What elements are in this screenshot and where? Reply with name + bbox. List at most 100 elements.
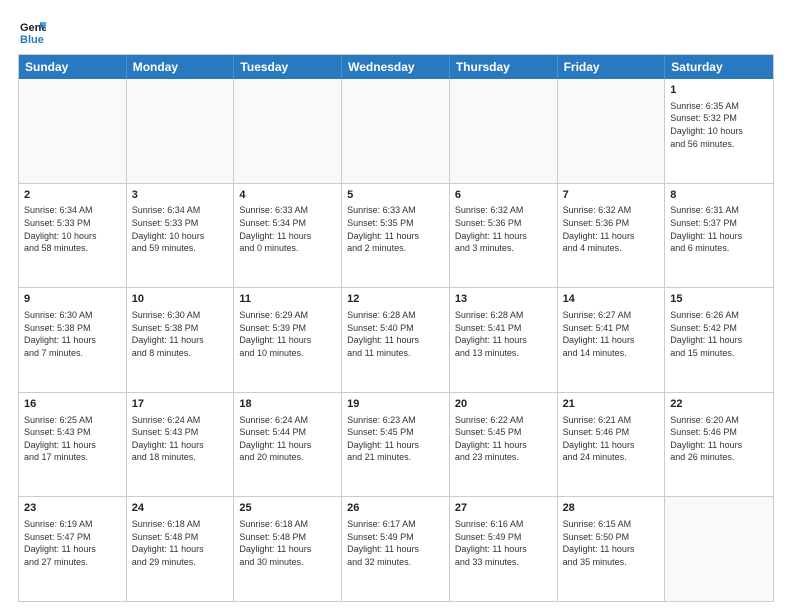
day-info: Sunrise: 6:23 AM Sunset: 5:45 PM Dayligh… [347,414,444,464]
calendar-row-0: 1 Sunrise: 6:35 AM Sunset: 5:32 PM Daylig… [19,79,773,183]
calendar-cell-0-3 [342,79,450,183]
calendar-cell-1-6: 8Sunrise: 6:31 AM Sunset: 5:37 PM Daylig… [665,184,773,288]
day-number: 11 [239,292,336,307]
calendar-body: 1 Sunrise: 6:35 AM Sunset: 5:32 PM Daylig… [19,79,773,601]
header-day-sunday: Sunday [19,55,127,79]
calendar-cell-2-2: 11 Sunrise: 6:29 AM Sunset: 5:39 PM Dayli… [234,288,342,392]
header-day-saturday: Saturday [665,55,773,79]
day-number: 1 [670,83,768,98]
calendar-cell-1-2: 4Sunrise: 6:33 AM Sunset: 5:34 PM Daylig… [234,184,342,288]
calendar-row-3: 16 Sunrise: 6:25 AM Sunset: 5:43 PM Dayli… [19,392,773,497]
day-info: Sunrise: 6:28 AM Sunset: 5:41 PM Dayligh… [455,309,552,359]
day-number: 21 [563,397,660,412]
calendar-cell-4-4: 27 Sunrise: 6:16 AM Sunset: 5:49 PM Dayli… [450,497,558,601]
calendar-cell-4-1: 24 Sunrise: 6:18 AM Sunset: 5:48 PM Dayli… [127,497,235,601]
calendar-row-2: 9 Sunrise: 6:30 AM Sunset: 5:38 PM Daylig… [19,287,773,392]
header-day-thursday: Thursday [450,55,558,79]
calendar-cell-1-4: 6Sunrise: 6:32 AM Sunset: 5:36 PM Daylig… [450,184,558,288]
day-info: Sunrise: 6:31 AM Sunset: 5:37 PM Dayligh… [670,204,768,254]
calendar-cell-1-3: 5Sunrise: 6:33 AM Sunset: 5:35 PM Daylig… [342,184,450,288]
calendar-cell-0-5 [558,79,666,183]
day-info: Sunrise: 6:27 AM Sunset: 5:41 PM Dayligh… [563,309,660,359]
day-info: Sunrise: 6:32 AM Sunset: 5:36 PM Dayligh… [563,204,660,254]
day-info: Sunrise: 6:15 AM Sunset: 5:50 PM Dayligh… [563,518,660,568]
day-number: 24 [132,501,229,516]
day-info: Sunrise: 6:34 AM Sunset: 5:33 PM Dayligh… [132,204,229,254]
calendar-cell-1-0: 2Sunrise: 6:34 AM Sunset: 5:33 PM Daylig… [19,184,127,288]
day-info: Sunrise: 6:22 AM Sunset: 5:45 PM Dayligh… [455,414,552,464]
calendar-cell-3-0: 16 Sunrise: 6:25 AM Sunset: 5:43 PM Dayli… [19,393,127,497]
day-info: Sunrise: 6:21 AM Sunset: 5:46 PM Dayligh… [563,414,660,464]
day-info: Sunrise: 6:29 AM Sunset: 5:39 PM Dayligh… [239,309,336,359]
day-info: Sunrise: 6:32 AM Sunset: 5:36 PM Dayligh… [455,204,552,254]
day-info: Sunrise: 6:33 AM Sunset: 5:35 PM Dayligh… [347,204,444,254]
calendar-cell-2-4: 13Sunrise: 6:28 AM Sunset: 5:41 PM Dayli… [450,288,558,392]
calendar-cell-2-3: 12 Sunrise: 6:28 AM Sunset: 5:40 PM Dayli… [342,288,450,392]
day-info: Sunrise: 6:28 AM Sunset: 5:40 PM Dayligh… [347,309,444,359]
day-number: 4 [239,188,336,203]
calendar-cell-3-3: 19 Sunrise: 6:23 AM Sunset: 5:45 PM Dayli… [342,393,450,497]
calendar-cell-4-0: 23 Sunrise: 6:19 AM Sunset: 5:47 PM Dayli… [19,497,127,601]
day-number: 22 [670,397,768,412]
calendar-cell-3-1: 17 Sunrise: 6:24 AM Sunset: 5:43 PM Dayli… [127,393,235,497]
day-number: 15 [670,292,768,307]
day-number: 18 [239,397,336,412]
day-info: Sunrise: 6:33 AM Sunset: 5:34 PM Dayligh… [239,204,336,254]
day-number: 17 [132,397,229,412]
day-number: 9 [24,292,121,307]
day-number: 28 [563,501,660,516]
calendar-cell-3-2: 18 Sunrise: 6:24 AM Sunset: 5:44 PM Dayli… [234,393,342,497]
calendar-cell-2-0: 9 Sunrise: 6:30 AM Sunset: 5:38 PM Daylig… [19,288,127,392]
calendar-cell-1-1: 3Sunrise: 6:34 AM Sunset: 5:33 PM Daylig… [127,184,235,288]
day-info: Sunrise: 6:30 AM Sunset: 5:38 PM Dayligh… [132,309,229,359]
calendar-row-4: 23 Sunrise: 6:19 AM Sunset: 5:47 PM Dayli… [19,496,773,601]
day-number: 10 [132,292,229,307]
day-number: 7 [563,188,660,203]
calendar-cell-2-6: 15 Sunrise: 6:26 AM Sunset: 5:42 PM Dayli… [665,288,773,392]
calendar-cell-1-5: 7Sunrise: 6:32 AM Sunset: 5:36 PM Daylig… [558,184,666,288]
day-info: Sunrise: 6:20 AM Sunset: 5:46 PM Dayligh… [670,414,768,464]
day-number: 12 [347,292,444,307]
day-info: Sunrise: 6:17 AM Sunset: 5:49 PM Dayligh… [347,518,444,568]
day-info: Sunrise: 6:35 AM Sunset: 5:32 PM Dayligh… [670,100,768,150]
logo-icon: General Blue [18,18,46,46]
day-info: Sunrise: 6:34 AM Sunset: 5:33 PM Dayligh… [24,204,121,254]
day-number: 14 [563,292,660,307]
calendar-cell-4-5: 28 Sunrise: 6:15 AM Sunset: 5:50 PM Dayli… [558,497,666,601]
day-number: 27 [455,501,552,516]
day-number: 20 [455,397,552,412]
calendar-cell-3-6: 22 Sunrise: 6:20 AM Sunset: 5:46 PM Dayli… [665,393,773,497]
day-info: Sunrise: 6:18 AM Sunset: 5:48 PM Dayligh… [132,518,229,568]
day-number: 19 [347,397,444,412]
header-day-monday: Monday [127,55,235,79]
day-info: Sunrise: 6:18 AM Sunset: 5:48 PM Dayligh… [239,518,336,568]
page: General Blue SundayMondayTuesdayWednesda… [0,0,792,612]
day-number: 3 [132,188,229,203]
day-info: Sunrise: 6:30 AM Sunset: 5:38 PM Dayligh… [24,309,121,359]
logo: General Blue [18,18,52,46]
day-info: Sunrise: 6:25 AM Sunset: 5:43 PM Dayligh… [24,414,121,464]
day-info: Sunrise: 6:16 AM Sunset: 5:49 PM Dayligh… [455,518,552,568]
day-number: 6 [455,188,552,203]
calendar-cell-0-2 [234,79,342,183]
day-info: Sunrise: 6:26 AM Sunset: 5:42 PM Dayligh… [670,309,768,359]
header-day-tuesday: Tuesday [234,55,342,79]
day-number: 16 [24,397,121,412]
calendar-cell-4-3: 26 Sunrise: 6:17 AM Sunset: 5:49 PM Dayli… [342,497,450,601]
day-info: Sunrise: 6:24 AM Sunset: 5:43 PM Dayligh… [132,414,229,464]
day-number: 8 [670,188,768,203]
calendar-cell-3-5: 21 Sunrise: 6:21 AM Sunset: 5:46 PM Dayli… [558,393,666,497]
calendar-cell-4-2: 25 Sunrise: 6:18 AM Sunset: 5:48 PM Dayli… [234,497,342,601]
calendar-cell-0-0 [19,79,127,183]
day-number: 23 [24,501,121,516]
day-info: Sunrise: 6:19 AM Sunset: 5:47 PM Dayligh… [24,518,121,568]
day-number: 2 [24,188,121,203]
calendar-row-1: 2Sunrise: 6:34 AM Sunset: 5:33 PM Daylig… [19,183,773,288]
header-day-friday: Friday [558,55,666,79]
day-number: 26 [347,501,444,516]
day-number: 25 [239,501,336,516]
calendar-cell-0-4 [450,79,558,183]
calendar-cell-3-4: 20 Sunrise: 6:22 AM Sunset: 5:45 PM Dayli… [450,393,558,497]
day-info: Sunrise: 6:24 AM Sunset: 5:44 PM Dayligh… [239,414,336,464]
calendar: SundayMondayTuesdayWednesdayThursdayFrid… [18,54,774,602]
